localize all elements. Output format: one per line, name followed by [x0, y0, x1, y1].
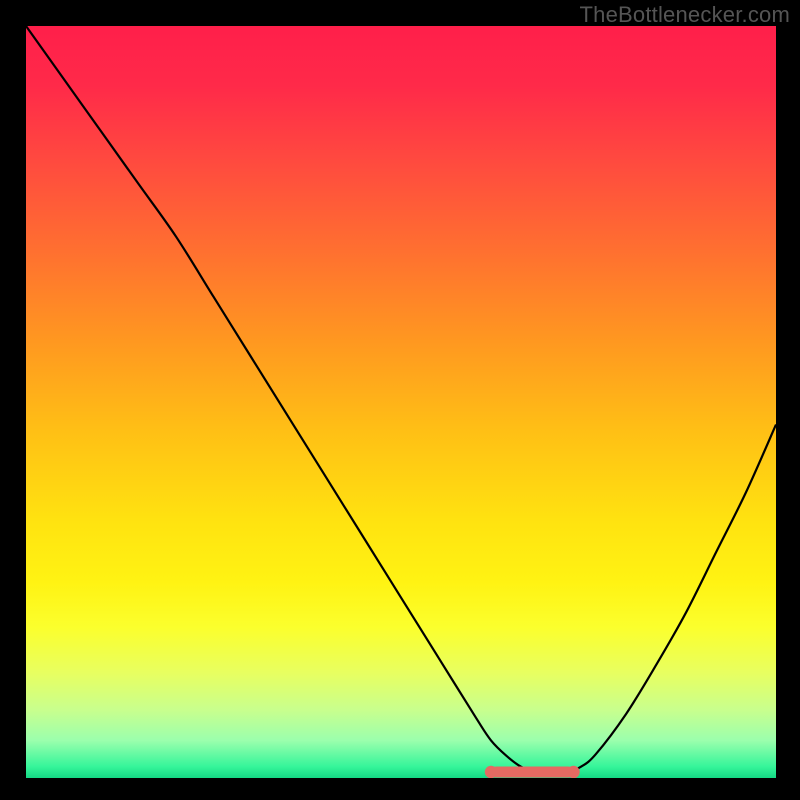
chart-svg	[26, 26, 776, 778]
optimal-range-marker	[485, 766, 580, 778]
watermark-text: TheBottlenecker.com	[580, 2, 790, 28]
chart-container: TheBottlenecker.com	[0, 0, 800, 800]
gradient-background	[26, 26, 776, 778]
plot-area	[26, 26, 776, 778]
